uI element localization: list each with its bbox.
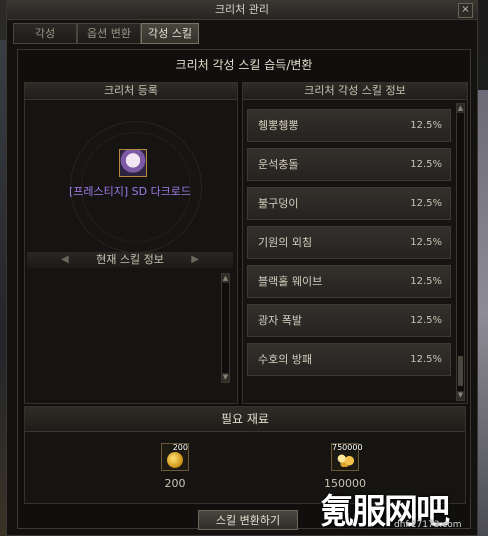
skill-rate: 12.5% xyxy=(410,198,442,209)
skill-name: 광자 폭발 xyxy=(258,314,302,327)
skill-rate: 12.5% xyxy=(410,315,442,326)
scroll-thumb[interactable] xyxy=(458,356,463,386)
tab-awakening[interactable]: 각성 xyxy=(13,23,77,44)
skill-row[interactable]: 불구덩이 12.5% xyxy=(247,187,451,220)
watermark-url: dnf.17173.com xyxy=(394,520,462,530)
coin-icon[interactable]: 200 xyxy=(161,443,189,471)
skill-rate: 12.5% xyxy=(410,354,442,365)
register-panel-title: 크리처 등록 xyxy=(25,83,237,100)
skill-row[interactable]: 췡뽕췡뽕 12.5% xyxy=(247,109,451,142)
skill-list-scrollbar[interactable]: ▲ ▼ xyxy=(456,103,465,401)
materials-title: 필요 재료 xyxy=(25,407,465,432)
skill-name: 췡뽕췡뽕 xyxy=(258,119,299,132)
skill-name: 기원의 외침 xyxy=(258,236,313,249)
skill-name: 운석충돌 xyxy=(258,158,299,171)
current-skill-header: ◀ 현재 스킬 정보 ▶ xyxy=(27,252,233,268)
content-frame: 크리처 각성 스킬 습득/변환 크리처 등록 [프레스티지] SD 다크로드 ◀… xyxy=(17,49,471,530)
current-skill-scrollbar[interactable]: ▲ ▼ xyxy=(221,273,230,383)
coin-graphic xyxy=(167,452,183,468)
gold-badge: 750000 xyxy=(332,443,363,452)
creature-name: [프레스티지] SD 다크로드 xyxy=(68,185,192,198)
left-ornament-icon: ◀ xyxy=(61,254,69,265)
skill-rate: 12.5% xyxy=(410,237,442,248)
creature-register-panel: 크리처 등록 [프레스티지] SD 다크로드 ◀ 현재 스킬 정보 ▶ ▲ ▼ xyxy=(24,82,238,404)
skill-row[interactable]: 수호의 방패 12.5% xyxy=(247,343,451,376)
coin-count: 200 xyxy=(164,477,186,490)
skill-row[interactable]: 운석충돌 12.5% xyxy=(247,148,451,181)
creature-portrait-icon[interactable] xyxy=(119,149,147,177)
scroll-up-icon[interactable]: ▲ xyxy=(457,104,464,113)
skill-name: 불구덩이 xyxy=(258,197,299,210)
scroll-down-icon[interactable]: ▼ xyxy=(457,391,464,400)
skill-rate: 12.5% xyxy=(410,159,442,170)
current-skill-title: 현재 스킬 정보 xyxy=(96,253,164,266)
gold-pile-icon[interactable]: 750000 xyxy=(331,443,363,471)
coin-badge: 200 xyxy=(172,443,188,452)
skill-row[interactable]: 광자 폭발 12.5% xyxy=(247,304,451,337)
skill-name: 수호의 방패 xyxy=(258,353,313,366)
section-title: 크리처 각성 스킬 습득/변환 xyxy=(175,58,313,72)
close-button[interactable]: × xyxy=(458,3,473,18)
skill-info-panel: 크리처 각성 스킬 정보 췡뽕췡뽕 12.5% 운석충돌 12.5% 불구덩이 … xyxy=(242,82,468,404)
skill-rate: 12.5% xyxy=(410,120,442,131)
scroll-up-icon[interactable]: ▲ xyxy=(222,274,229,283)
gold-graphic xyxy=(336,453,355,467)
skill-rate: 12.5% xyxy=(410,276,442,287)
tab-awakening-skill[interactable]: 각성 스킬 xyxy=(141,23,199,44)
convert-skill-button[interactable]: 스킬 변환하기 xyxy=(198,510,298,530)
tab-option-conversion[interactable]: 옵션 변환 xyxy=(77,23,141,44)
skill-row[interactable]: 블랙홀 웨이브 12.5% xyxy=(247,265,451,298)
right-ornament-icon: ▶ xyxy=(191,254,199,265)
watermark: 氪服网吧 dnf.17173.com xyxy=(320,484,480,534)
window-titlebar[interactable]: 크리처 관리 × xyxy=(7,1,477,20)
skill-panel-title: 크리처 각성 스킬 정보 xyxy=(243,83,467,100)
creature-management-window: 크리처 관리 × 각성 옵션 변환 각성 스킬 크리처 각성 스킬 습득/변환 … xyxy=(6,0,478,536)
scroll-down-icon[interactable]: ▼ xyxy=(222,373,229,382)
window-title: 크리처 관리 xyxy=(214,3,270,16)
skill-row[interactable]: 기원의 외침 12.5% xyxy=(247,226,451,259)
skill-name: 블랙홀 웨이브 xyxy=(258,275,323,288)
